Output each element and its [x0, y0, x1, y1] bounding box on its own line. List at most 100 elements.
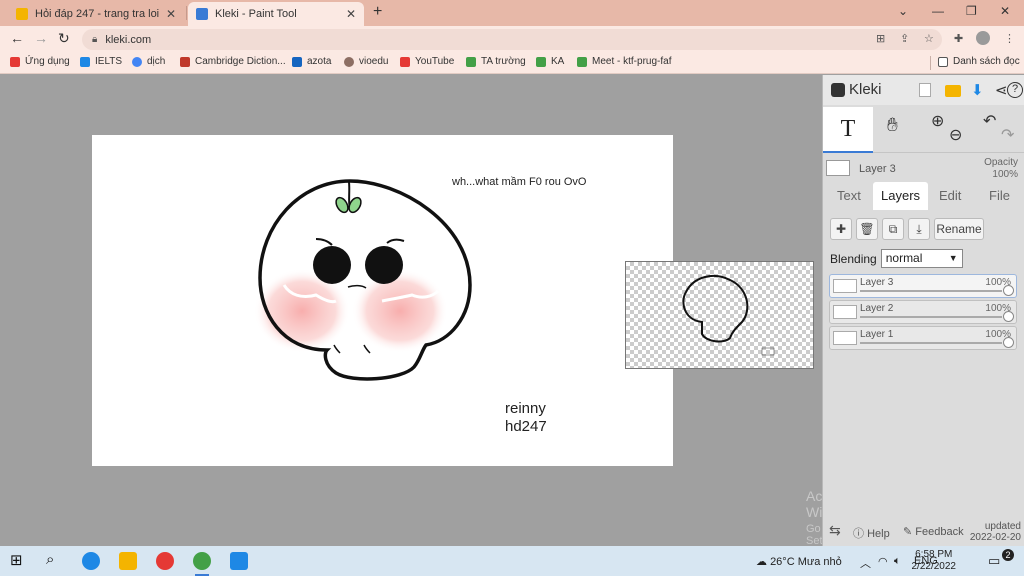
- weather-widget[interactable]: ☁ 26°C Mưa nhỏ: [756, 555, 842, 568]
- meet-icon: [536, 56, 546, 67]
- text-tool-button[interactable]: T: [823, 107, 873, 153]
- zoom-out-icon[interactable]: ⊖: [949, 125, 962, 145]
- slider-knob[interactable]: [1003, 285, 1014, 296]
- browser-toolbar: ← → ↻ 🔒︎ kleki.com ⊞ ⇪ ☆ ✚ ⋮: [0, 26, 1024, 52]
- hand-tool-icon[interactable]: ✋︎: [887, 115, 898, 137]
- bookmark-star-icon[interactable]: ☆: [924, 32, 934, 45]
- help-circle-icon[interactable]: ?: [1007, 82, 1023, 98]
- minimize-button[interactable]: —: [932, 4, 944, 18]
- extensions-icon[interactable]: ✚: [954, 32, 963, 45]
- bookmark-label: vioedu: [359, 56, 389, 67]
- merge-down-icon[interactable]: ⤓: [908, 218, 930, 240]
- panel-footer: ⇆ ⓘ Help ✎ Feedback updated 2022-02-20: [823, 519, 1024, 546]
- bookmark-vioedu[interactable]: vioedu: [344, 56, 388, 67]
- tab-hoidap[interactable]: Hỏi đáp 247 - trang tra loi ✕: [8, 2, 184, 26]
- back-arrow-icon[interactable]: ←: [10, 30, 24, 46]
- undo-icon[interactable]: ↶: [983, 111, 996, 131]
- layer-name: Layer 1: [860, 329, 894, 340]
- restore-button[interactable]: ❐: [966, 4, 977, 18]
- left-brow: [315, 238, 333, 246]
- blending-label: Blending: [830, 251, 877, 266]
- chrome-icon[interactable]: [156, 552, 174, 570]
- zoom-in-icon[interactable]: ⊕: [931, 111, 944, 131]
- preview-outline: [682, 275, 749, 343]
- canvas-workspace[interactable]: wh...what mầm F0 rou OvO reinny hd247 Ac…: [0, 75, 863, 571]
- slider-knob[interactable]: [1003, 337, 1014, 348]
- tab-search-icon[interactable]: ⌄: [898, 4, 908, 18]
- forward-arrow-icon[interactable]: →: [34, 30, 48, 46]
- bookmark-label: IELTS: [95, 56, 123, 67]
- profile-avatar[interactable]: [976, 31, 990, 45]
- new-tab-button[interactable]: +: [373, 3, 382, 21]
- updated-date: 2022-02-20: [969, 532, 1021, 543]
- edge-browser-icon[interactable]: [82, 552, 100, 570]
- reload-icon[interactable]: ↻: [58, 30, 70, 47]
- new-document-icon[interactable]: [919, 83, 931, 97]
- reading-list-button[interactable]: Danh sách đọc: [938, 56, 1020, 67]
- close-icon[interactable]: ✕: [346, 7, 356, 21]
- bookmark-label: dịch: [147, 56, 166, 67]
- bookmark-youtube[interactable]: YouTube: [400, 56, 454, 67]
- duplicate-layer-icon[interactable]: ⧉: [882, 218, 904, 240]
- download-icon[interactable]: ⬇: [971, 81, 984, 99]
- layer-opacity-slider[interactable]: [860, 316, 1002, 318]
- swap-side-icon[interactable]: ⇆: [829, 522, 841, 539]
- system-clock[interactable]: 6:58 PM 2/22/2022: [912, 549, 957, 573]
- search-icon[interactable]: ⌕: [46, 551, 64, 569]
- tab-layers[interactable]: Layers: [873, 182, 929, 210]
- drawing-canvas[interactable]: wh...what mầm F0 rou OvO reinny hd247: [92, 135, 673, 466]
- volume-icon[interactable]: 🔈︎: [894, 555, 901, 568]
- bookmark-apps[interactable]: Ứng dụng: [10, 56, 70, 67]
- bookmark-meet[interactable]: Meet - ktf-prug-faf: [577, 56, 671, 67]
- bookmark-label: Cambridge Diction...: [195, 56, 286, 67]
- layer-item[interactable]: Layer 2 100%: [829, 300, 1017, 324]
- bookmark-azota[interactable]: azota: [292, 56, 331, 67]
- notification-icon[interactable]: ▭: [988, 553, 1000, 569]
- layer-item[interactable]: Layer 3 100%: [829, 274, 1017, 298]
- add-layer-icon[interactable]: ✚: [830, 218, 852, 240]
- open-folder-icon[interactable]: [945, 85, 961, 97]
- text-tool-glyph: T: [840, 116, 856, 142]
- tray-chevron-up-icon[interactable]: ︿: [860, 555, 871, 571]
- feedback-link[interactable]: ✎ Feedback: [903, 525, 964, 538]
- kleki-logo[interactable]: Kleki: [831, 81, 882, 98]
- tab-kleki[interactable]: Kleki - Paint Tool ✕: [188, 2, 364, 26]
- menu-kebab-icon[interactable]: ⋮: [1004, 32, 1015, 45]
- blending-row: Blending normal ▼: [830, 249, 963, 268]
- canvas-caption: wh...what mầm F0 rou OvO: [452, 176, 587, 188]
- updated-label: updated: [984, 521, 1021, 532]
- share-icon[interactable]: ⇪: [900, 32, 909, 45]
- layer-opacity-slider[interactable]: [860, 290, 1002, 292]
- close-icon[interactable]: ✕: [166, 7, 176, 21]
- translate-icon[interactable]: ⊞: [876, 32, 885, 45]
- google-icon: [132, 56, 142, 67]
- tab-text[interactable]: Text: [829, 182, 869, 210]
- bookmark-label: Ứng dụng: [25, 56, 70, 67]
- tab-edit[interactable]: Edit: [931, 182, 969, 210]
- bookmark-dich[interactable]: dịch: [132, 56, 165, 67]
- layer-opacity-slider[interactable]: [860, 342, 1002, 344]
- wifi-icon[interactable]: ◠: [878, 555, 888, 568]
- share-icon[interactable]: ⋖: [995, 81, 1008, 99]
- zalo-icon[interactable]: [230, 552, 248, 570]
- bookmark-ka[interactable]: KA: [536, 56, 564, 67]
- blending-select[interactable]: normal ▼: [880, 249, 963, 268]
- rename-layer-button[interactable]: Rename: [934, 218, 984, 240]
- signature-line: hd247: [505, 418, 547, 435]
- slider-knob[interactable]: [1003, 311, 1014, 322]
- layer-item[interactable]: Layer 1 100%: [829, 326, 1017, 350]
- windows-start-icon[interactable]: ⊞: [10, 551, 28, 569]
- bookmark-ielts[interactable]: IELTS: [80, 56, 122, 67]
- bookmark-ta-truong[interactable]: TA trường: [466, 56, 526, 67]
- azota-icon: [292, 56, 302, 67]
- file-explorer-icon[interactable]: [119, 552, 137, 570]
- chrome-profile-icon[interactable]: [193, 552, 211, 570]
- delete-layer-icon[interactable]: 🗑︎: [856, 218, 878, 240]
- tab-file[interactable]: File: [981, 182, 1018, 210]
- window-close-button[interactable]: ✕: [1000, 4, 1010, 18]
- bookmark-cambridge[interactable]: Cambridge Diction...: [180, 56, 286, 67]
- address-bar[interactable]: 🔒︎ kleki.com: [82, 29, 942, 50]
- redo-icon[interactable]: ↷: [1001, 125, 1014, 145]
- vioedu-icon: [344, 56, 354, 67]
- help-link[interactable]: ⓘ Help: [853, 525, 890, 541]
